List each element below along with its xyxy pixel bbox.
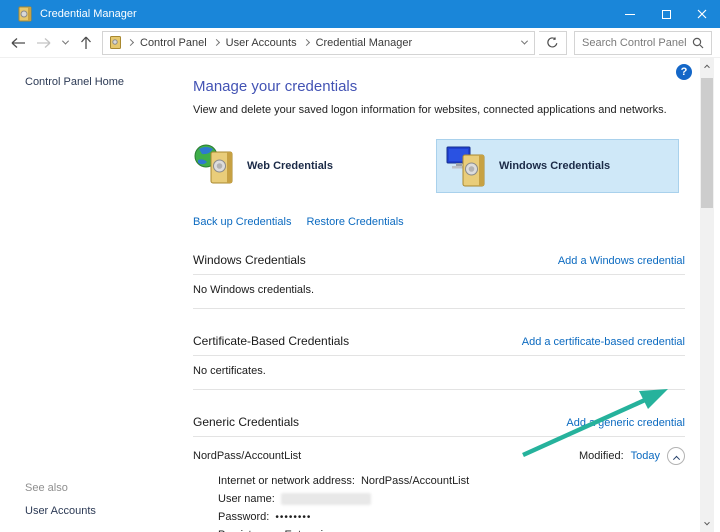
page-subtitle: View and delete your saved logon informa… xyxy=(193,104,685,116)
minimize-button[interactable] xyxy=(612,0,648,28)
breadcrumb-separator-icon xyxy=(213,39,220,46)
tab-web-credentials[interactable]: Web Credentials xyxy=(193,139,436,193)
web-credentials-icon xyxy=(194,143,238,189)
password-mask: •••••••• xyxy=(275,512,311,523)
forward-arrow-icon xyxy=(36,37,52,49)
username-label: User name: xyxy=(218,493,275,505)
collapse-button[interactable] xyxy=(667,447,685,465)
section-title-generic-credentials: Generic Credentials xyxy=(193,415,299,429)
navigation-toolbar: Control Panel User Accounts Credential M… xyxy=(0,28,720,58)
chevron-up-icon xyxy=(672,455,679,462)
restore-credentials-link[interactable]: Restore Credentials xyxy=(306,216,403,228)
credential-manager-window: Credential Manager Control Panel xyxy=(0,0,720,532)
refresh-icon xyxy=(546,36,559,49)
no-windows-credentials-text: No Windows credentials. xyxy=(193,275,685,309)
credential-name: NordPass/AccountList xyxy=(193,450,301,462)
tab-windows-credentials[interactable]: Windows Credentials xyxy=(436,139,679,193)
scroll-up-button[interactable] xyxy=(700,58,714,74)
close-icon xyxy=(697,9,707,19)
back-arrow-icon xyxy=(10,37,26,49)
minimize-icon xyxy=(625,14,635,15)
address-value: NordPass/AccountList xyxy=(361,475,469,487)
credential-details: Internet or network address: NordPass/Ac… xyxy=(218,475,685,532)
password-label: Password: xyxy=(218,511,269,523)
search-icon xyxy=(692,37,704,49)
address-dropdown-icon[interactable] xyxy=(521,38,528,45)
no-certificates-text: No certificates. xyxy=(193,356,685,390)
chevron-down-icon xyxy=(61,38,68,45)
search-box xyxy=(574,31,712,55)
section-title-certificate-credentials: Certificate-Based Credentials xyxy=(193,334,349,348)
window-title: Credential Manager xyxy=(40,8,137,20)
recent-pages-button[interactable] xyxy=(58,31,72,55)
credential-type-tabs: Web Credentials Windows Credentials xyxy=(193,139,685,193)
refresh-button[interactable] xyxy=(539,31,567,55)
add-windows-credential-link[interactable]: Add a Windows credential xyxy=(558,255,685,267)
address-bar[interactable]: Control Panel User Accounts Credential M… xyxy=(102,31,535,55)
main-area: Control Panel Home See also User Account… xyxy=(0,58,720,532)
breadcrumb-control-panel[interactable]: Control Panel xyxy=(140,37,207,49)
breadcrumb-separator-icon xyxy=(127,39,134,46)
scrollbar-thumb[interactable] xyxy=(701,78,713,208)
windows-credentials-icon xyxy=(446,143,490,189)
username-redacted-value xyxy=(281,493,371,505)
breadcrumb-credential-manager[interactable]: Credential Manager xyxy=(316,37,413,49)
maximize-icon xyxy=(662,10,671,19)
page-title: Manage your credentials xyxy=(193,78,685,95)
content-pane: Manage your credentials View and delete … xyxy=(193,58,685,532)
address-label: Internet or network address: xyxy=(218,475,355,487)
see-also-label: See also xyxy=(25,482,96,494)
breadcrumb-user-accounts[interactable]: User Accounts xyxy=(226,37,297,49)
credential-row-accountlist[interactable]: NordPass/AccountList Modified: Today xyxy=(193,437,685,469)
chevron-up-icon xyxy=(704,65,710,71)
scroll-down-button[interactable] xyxy=(700,516,714,532)
up-arrow-icon xyxy=(80,35,92,50)
breadcrumb-safe-icon xyxy=(110,36,121,49)
title-bar: Credential Manager xyxy=(0,0,720,28)
tab-label: Windows Credentials xyxy=(499,160,610,172)
search-input[interactable] xyxy=(582,37,692,49)
section-title-windows-credentials: Windows Credentials xyxy=(193,253,306,267)
close-button[interactable] xyxy=(684,0,720,28)
help-button[interactable]: ? xyxy=(676,64,692,80)
modified-value: Today xyxy=(631,450,660,462)
app-safe-icon xyxy=(18,6,32,22)
vertical-scrollbar[interactable] xyxy=(700,58,714,532)
maximize-button[interactable] xyxy=(648,0,684,28)
back-button[interactable] xyxy=(6,31,30,55)
add-generic-credential-link[interactable]: Add a generic credential xyxy=(566,417,685,429)
modified-label: Modified: xyxy=(579,450,624,462)
forward-button[interactable] xyxy=(32,31,56,55)
backup-credentials-link[interactable]: Back up Credentials xyxy=(193,216,291,228)
sidebar-item-control-panel-home[interactable]: Control Panel Home xyxy=(25,76,193,88)
add-certificate-credential-link[interactable]: Add a certificate-based credential xyxy=(522,336,685,348)
up-button[interactable] xyxy=(74,31,98,55)
sidebar-item-user-accounts[interactable]: User Accounts xyxy=(25,505,96,517)
chevron-down-icon xyxy=(704,520,710,526)
breadcrumb-separator-icon xyxy=(303,39,310,46)
tab-label: Web Credentials xyxy=(247,160,333,172)
sidebar: Control Panel Home See also User Account… xyxy=(0,58,193,532)
